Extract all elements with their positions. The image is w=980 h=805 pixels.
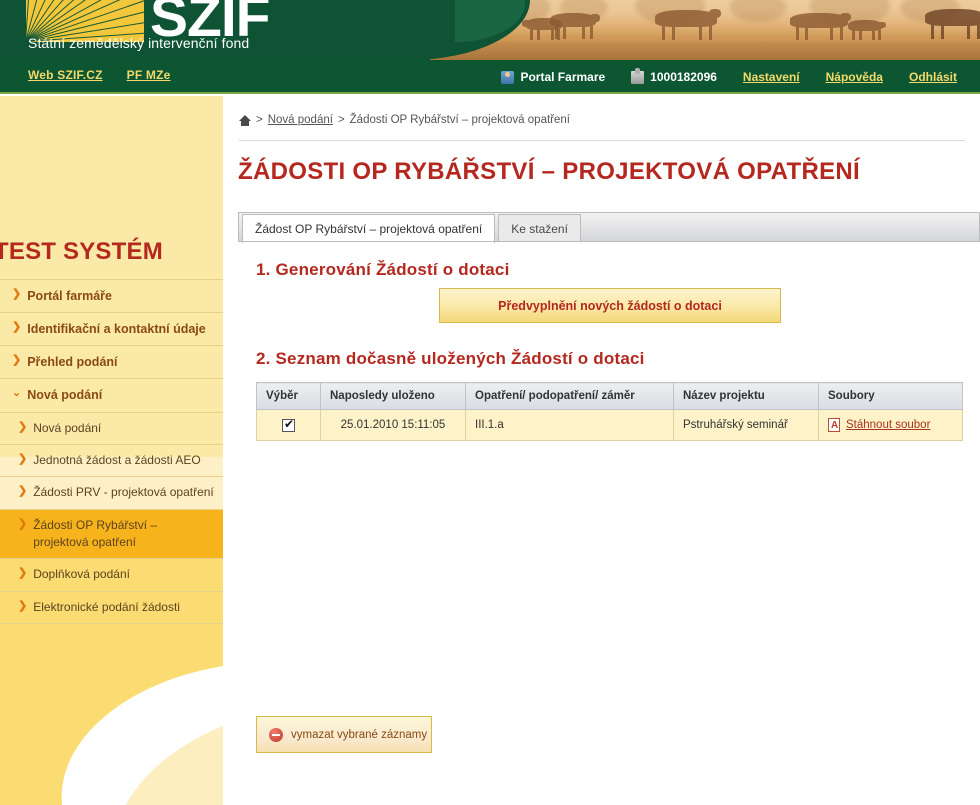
sidebar-title: TEST SYSTÉM — [0, 238, 163, 265]
sidebar-item-label: Nová podání — [33, 420, 102, 435]
tab-strip-underline — [238, 241, 980, 242]
sidebar-item-label: Přehled podání — [27, 355, 118, 370]
tab-ke-stazeni[interactable]: Ke stažení — [498, 214, 581, 242]
column-header-vyber: Výběr — [256, 382, 321, 410]
nav-link-napoveda[interactable]: Nápověda — [826, 70, 883, 84]
chevron-right-icon: ❯ — [12, 288, 22, 300]
delete-selected-button[interactable]: vymazat vybrané záznamy — [256, 716, 432, 753]
chevron-right-icon: ❯ — [12, 354, 22, 367]
sidebar-item-label: Jednotná žádost a žádosti AEO — [33, 452, 201, 467]
row-measure: III.1.a — [465, 409, 674, 441]
site-header-banner: SZIF Státní zemědělský intervenční fond — [0, 0, 980, 60]
sidebar-item-zadosti-prv[interactable]: ❯ Žádosti PRV - projektová opatření — [0, 476, 223, 508]
cow-silhouette-icon — [925, 9, 980, 39]
sidebar-item-doplnkova-podani[interactable]: ❯ Doplňková podání — [0, 558, 223, 590]
row-select-cell — [256, 409, 321, 441]
sidebar-item-label: Identifikační a kontaktní údaje — [27, 322, 206, 337]
sidebar-item-zadosti-op-rybarstvi[interactable]: ❯ Žádosti OP Rybářství – projektová opat… — [0, 508, 223, 559]
tab-label: Ke stažení — [511, 221, 568, 236]
breadcrumb-divider — [239, 140, 965, 141]
page-title: ŽÁDOSTI OP RYBÁŘSTVÍ – PROJEKTOVÁ OPATŘE… — [238, 158, 861, 185]
sidebar-item-jednotna-zadost-aeo[interactable]: ❯ Jednotná žádost a žádosti AEO — [0, 443, 223, 476]
table-row: 25.01.2010 15:11:05 III.1.a Pstruhářský … — [256, 409, 963, 441]
navbar-right-links: Portal Farmare 1000182096 Nastavení Nápo… — [488, 67, 970, 87]
tab-strip: Žádost OP Rybářství – projektová opatřen… — [238, 212, 980, 243]
column-header-soubory: Soubory — [818, 382, 963, 410]
breadcrumb-current: Žádosti OP Rybářství – projektová opatře… — [349, 114, 570, 126]
sidebar-nav-list: ❯ Portál farmáře ❯ Identifikační a konta… — [0, 279, 223, 625]
minus-circle-icon — [269, 727, 283, 742]
row-saved-at: 25.01.2010 15:11:05 — [320, 409, 466, 441]
stamp-icon — [631, 67, 645, 84]
user-id-text: 1000182096 — [650, 70, 717, 84]
sidebar-item-label: Nová podání — [27, 388, 103, 403]
column-header-nazev: Název projektu — [673, 382, 819, 410]
sidebar-item-label: Žádosti OP Rybářství – projektová opatře… — [33, 517, 158, 550]
prefill-applications-button[interactable]: Předvyplnění nových žádostí o dotaci — [439, 288, 781, 323]
sidebar-item-nova-podani[interactable]: ❯ Nová podání — [0, 411, 223, 444]
nav-link-nastaveni[interactable]: Nastavení — [743, 70, 800, 84]
chevron-right-icon: ❯ — [18, 452, 28, 465]
download-file-link[interactable]: Stáhnout soubor — [846, 419, 930, 431]
breadcrumb-link-nova-podani[interactable]: Nová podání — [268, 114, 333, 126]
sidebar: TEST SYSTÉM ❯ Portál farmáře ❯ Identifik… — [0, 96, 223, 805]
saved-applications-table: Výběr Naposledy uloženo Opatření/ podopa… — [256, 382, 963, 441]
chevron-right-icon: ❯ — [18, 420, 28, 433]
cow-silhouette-icon — [790, 13, 851, 40]
portal-label-text: Portal Farmare — [520, 70, 606, 84]
delete-button-label: vymazat vybrané záznamy — [291, 728, 428, 741]
row-select-checkbox[interactable] — [282, 417, 295, 432]
sidebar-item-label: Portál farmáře — [27, 289, 112, 303]
nav-link-pf-mze[interactable]: PF MZe — [127, 68, 171, 82]
chevron-down-icon: ⌄ — [12, 387, 22, 400]
chevron-right-icon: ❯ — [18, 485, 28, 498]
logo-subtitle: Státní zemědělský intervenční fond — [28, 35, 250, 51]
user-icon — [501, 70, 515, 84]
cow-silhouette-icon — [848, 20, 886, 40]
cow-silhouette-icon — [655, 9, 721, 40]
navbar-left-links: Web SZIF.CZ PF MZe — [28, 68, 171, 82]
table-header-row: Výběr Naposledy uloženo Opatření/ podopa… — [256, 382, 963, 410]
portal-farmare-label: Portal Farmare — [488, 67, 618, 87]
chevron-right-icon: ❯ — [18, 599, 28, 612]
row-project-name: Pstruhářský seminář — [673, 409, 819, 441]
row-files-cell: Stáhnout soubor — [818, 409, 963, 441]
chevron-right-icon: ❯ — [18, 517, 28, 530]
tab-zadost-op-rybarstvi[interactable]: Žádost OP Rybářství – projektová opatřen… — [242, 214, 496, 243]
sidebar-item-elektronicke-podani[interactable]: ❯ Elektronické podání žádosti — [0, 590, 223, 625]
sidebar-item-prehled-podani[interactable]: ❯ Přehled podání — [0, 345, 223, 378]
page-root: SZIF Státní zemědělský intervenční fond … — [0, 0, 980, 805]
nav-link-web-szif[interactable]: Web SZIF.CZ — [28, 68, 103, 82]
breadcrumb: > Nová podání > Žádosti OP Rybářství – p… — [239, 114, 570, 126]
nav-link-odhlasit[interactable]: Odhlásit — [909, 70, 957, 84]
breadcrumb-separator: > — [256, 114, 263, 126]
sidebar-item-label: Doplňková podání — [33, 567, 130, 582]
chevron-right-icon: ❯ — [18, 567, 28, 580]
top-navbar: Web SZIF.CZ PF MZe Portal Farmare 100018… — [0, 60, 980, 94]
user-id-display: 1000182096 — [618, 67, 730, 87]
column-header-naposledy: Naposledy uloženo — [320, 382, 466, 410]
chevron-right-icon: ❯ — [12, 321, 22, 334]
column-header-opatreni: Opatření/ podopatření/ záměr — [465, 382, 674, 410]
tab-label: Žádost OP Rybářství – projektová opatřen… — [255, 222, 483, 236]
prefill-button-label: Předvyplnění nových žádostí o dotaci — [498, 298, 722, 313]
section-2-title: 2. Seznam dočasně uložených Žádostí o do… — [256, 349, 645, 368]
sidebar-item-nova-podani-group[interactable]: ⌄ Nová podání — [0, 378, 223, 411]
sidebar-item-portal-farmare[interactable]: ❯ Portál farmáře — [0, 279, 223, 312]
photo-ground — [430, 42, 980, 60]
sidebar-item-label: Žádosti PRV - projektová opatření — [33, 485, 214, 500]
main-content: > Nová podání > Žádosti OP Rybářství – p… — [223, 96, 980, 805]
breadcrumb-separator: > — [337, 114, 345, 126]
pdf-icon — [828, 418, 840, 432]
sidebar-item-identifikacni-udaje[interactable]: ❯ Identifikační a kontaktní údaje — [0, 312, 223, 345]
section-1-title: 1. Generování Žádostí o dotaci — [256, 260, 510, 279]
sidebar-item-label: Elektronické podání žádosti — [33, 599, 180, 614]
home-icon[interactable] — [239, 114, 251, 126]
cow-silhouette-icon — [550, 13, 600, 39]
